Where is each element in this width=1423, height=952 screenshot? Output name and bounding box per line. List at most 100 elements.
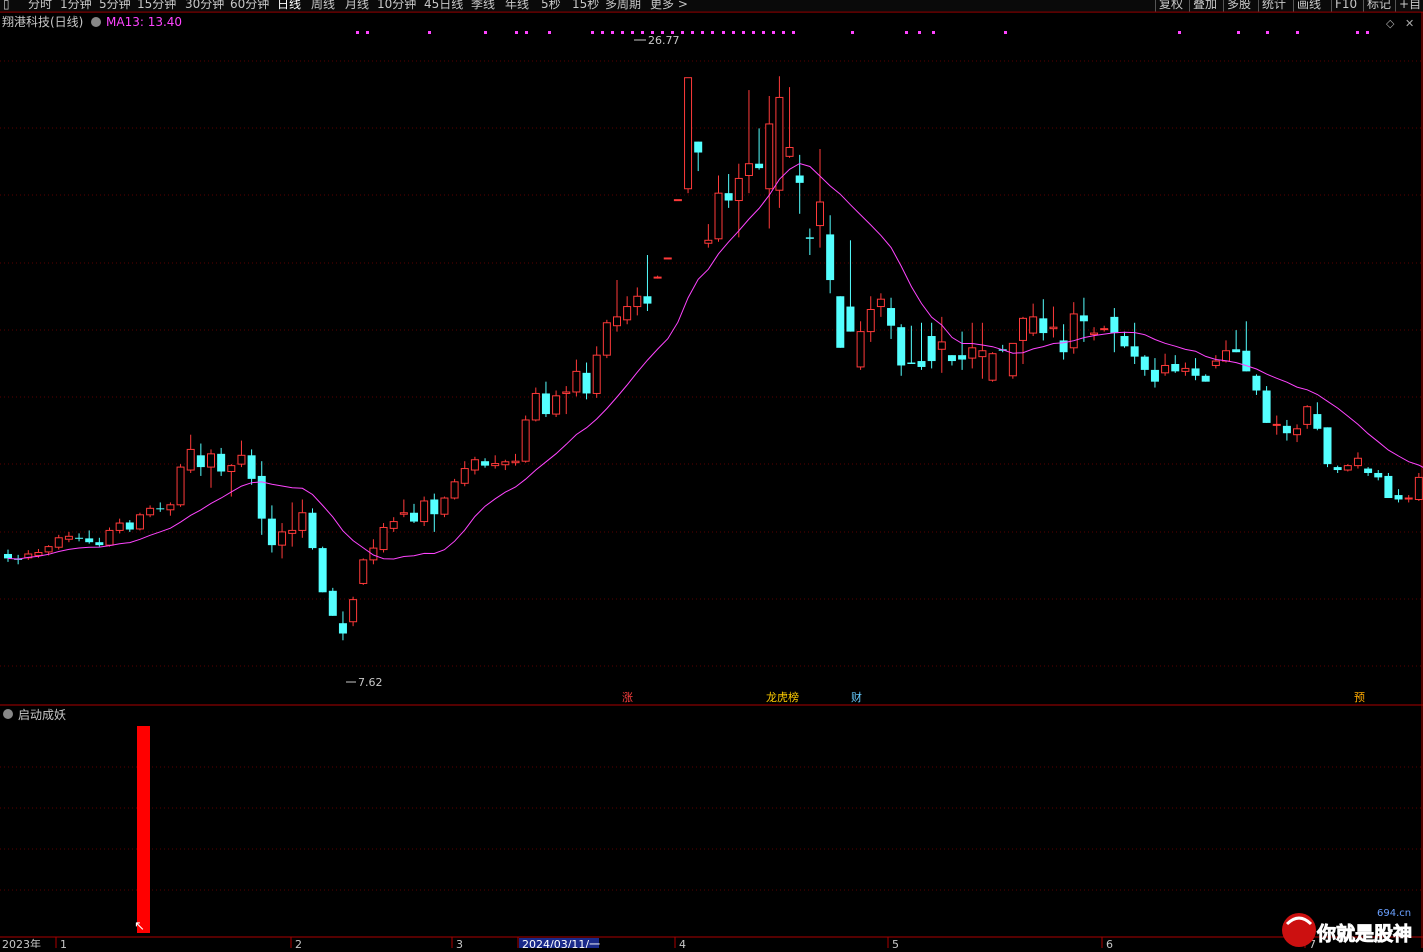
candle[interactable] (1171, 355, 1180, 373)
candle[interactable] (1130, 322, 1139, 364)
candle[interactable] (673, 199, 682, 202)
candle[interactable] (1242, 321, 1251, 372)
candle[interactable] (1272, 415, 1281, 435)
candle[interactable] (785, 87, 794, 158)
candle[interactable] (887, 297, 896, 339)
candle[interactable] (156, 502, 165, 512)
candle[interactable] (491, 455, 500, 469)
candle[interactable] (988, 352, 997, 382)
candle[interactable] (1343, 464, 1352, 472)
candle[interactable] (369, 539, 378, 565)
candle[interactable] (511, 453, 520, 466)
event-marker-2[interactable]: 财 (851, 690, 862, 704)
candle[interactable] (826, 215, 835, 294)
candle[interactable] (95, 537, 104, 547)
candle[interactable] (359, 558, 368, 585)
candle[interactable] (968, 322, 977, 369)
candle[interactable] (64, 531, 73, 543)
candle[interactable] (816, 148, 824, 248)
candle[interactable] (562, 386, 571, 415)
candle[interactable] (1293, 424, 1302, 443)
event-marker-3[interactable]: 预 (1354, 691, 1365, 704)
candle[interactable] (1161, 353, 1170, 376)
candle[interactable] (1079, 297, 1088, 342)
candle[interactable] (54, 534, 63, 550)
candle[interactable] (1282, 419, 1291, 441)
candle[interactable] (602, 319, 611, 359)
candle[interactable] (237, 440, 246, 468)
candle[interactable] (623, 296, 632, 325)
candle[interactable] (1374, 470, 1383, 481)
candle[interactable] (1211, 355, 1220, 369)
candle[interactable] (257, 461, 266, 535)
candle[interactable] (521, 415, 530, 463)
candle[interactable] (430, 493, 439, 532)
candlestick-chart[interactable]: ◇ ✕ 翔港科技(日线) MA13: 13.40 26.77 7.62 启动成妖 … (0, 0, 1423, 948)
event-marker-0[interactable]: 涨 (622, 691, 633, 704)
candle[interactable] (1313, 402, 1322, 431)
candle[interactable] (958, 331, 967, 370)
candle[interactable] (247, 449, 256, 485)
candle[interactable] (125, 520, 134, 532)
candle[interactable] (186, 434, 195, 473)
candle[interactable] (541, 381, 550, 418)
candle[interactable] (856, 321, 865, 370)
candle[interactable] (115, 518, 124, 534)
candle[interactable] (1404, 495, 1413, 503)
candle[interactable] (1110, 308, 1119, 353)
candle[interactable] (1394, 489, 1403, 503)
collapse-icon[interactable] (91, 17, 101, 27)
candle[interactable] (1140, 355, 1149, 376)
candle[interactable] (146, 505, 155, 518)
candle[interactable] (1252, 374, 1261, 395)
candle[interactable] (1262, 386, 1271, 423)
candle[interactable] (1049, 306, 1058, 338)
candle[interactable] (552, 390, 561, 418)
candle[interactable] (663, 257, 672, 260)
candle[interactable] (1181, 362, 1190, 376)
candle[interactable] (1232, 330, 1241, 353)
candle[interactable] (379, 523, 388, 553)
candle[interactable] (176, 464, 185, 507)
candle[interactable] (75, 533, 84, 542)
candle[interactable] (399, 499, 408, 518)
candle[interactable] (805, 228, 814, 256)
candle[interactable] (349, 596, 358, 627)
candle[interactable] (1303, 405, 1312, 429)
candle[interactable] (684, 77, 693, 194)
candle[interactable] (1384, 472, 1393, 499)
candle[interactable] (653, 275, 662, 279)
indicator-bar[interactable] (137, 726, 150, 933)
candle[interactable] (207, 449, 215, 488)
candle[interactable] (1008, 342, 1017, 379)
candle[interactable] (765, 95, 774, 229)
candle[interactable] (501, 459, 510, 471)
candle[interactable] (947, 355, 956, 366)
candle[interactable] (410, 503, 418, 524)
candle[interactable] (166, 502, 175, 516)
candle[interactable] (978, 322, 987, 379)
event-marker-1[interactable]: 龙虎榜 (766, 690, 799, 704)
candle[interactable] (704, 224, 713, 248)
candle[interactable] (755, 128, 764, 170)
candle[interactable] (1150, 358, 1159, 388)
candle[interactable] (24, 550, 33, 560)
candle[interactable] (836, 296, 845, 348)
candle[interactable] (328, 587, 337, 616)
candle[interactable] (633, 287, 642, 316)
candle[interactable] (1069, 302, 1078, 354)
candle[interactable] (217, 447, 226, 476)
candle[interactable] (907, 325, 916, 364)
candle[interactable] (1333, 465, 1342, 473)
candle[interactable] (775, 76, 784, 208)
candle[interactable] (582, 362, 591, 400)
candle[interactable] (572, 359, 581, 397)
candle[interactable] (1191, 358, 1200, 381)
candle[interactable] (734, 163, 743, 238)
indicator-collapse-icon[interactable] (3, 709, 13, 719)
diamond-icon[interactable]: ◇ (1386, 17, 1395, 30)
candle[interactable] (1222, 340, 1230, 363)
candle[interactable] (135, 512, 144, 531)
candle[interactable] (389, 517, 398, 532)
candle[interactable] (278, 523, 287, 559)
